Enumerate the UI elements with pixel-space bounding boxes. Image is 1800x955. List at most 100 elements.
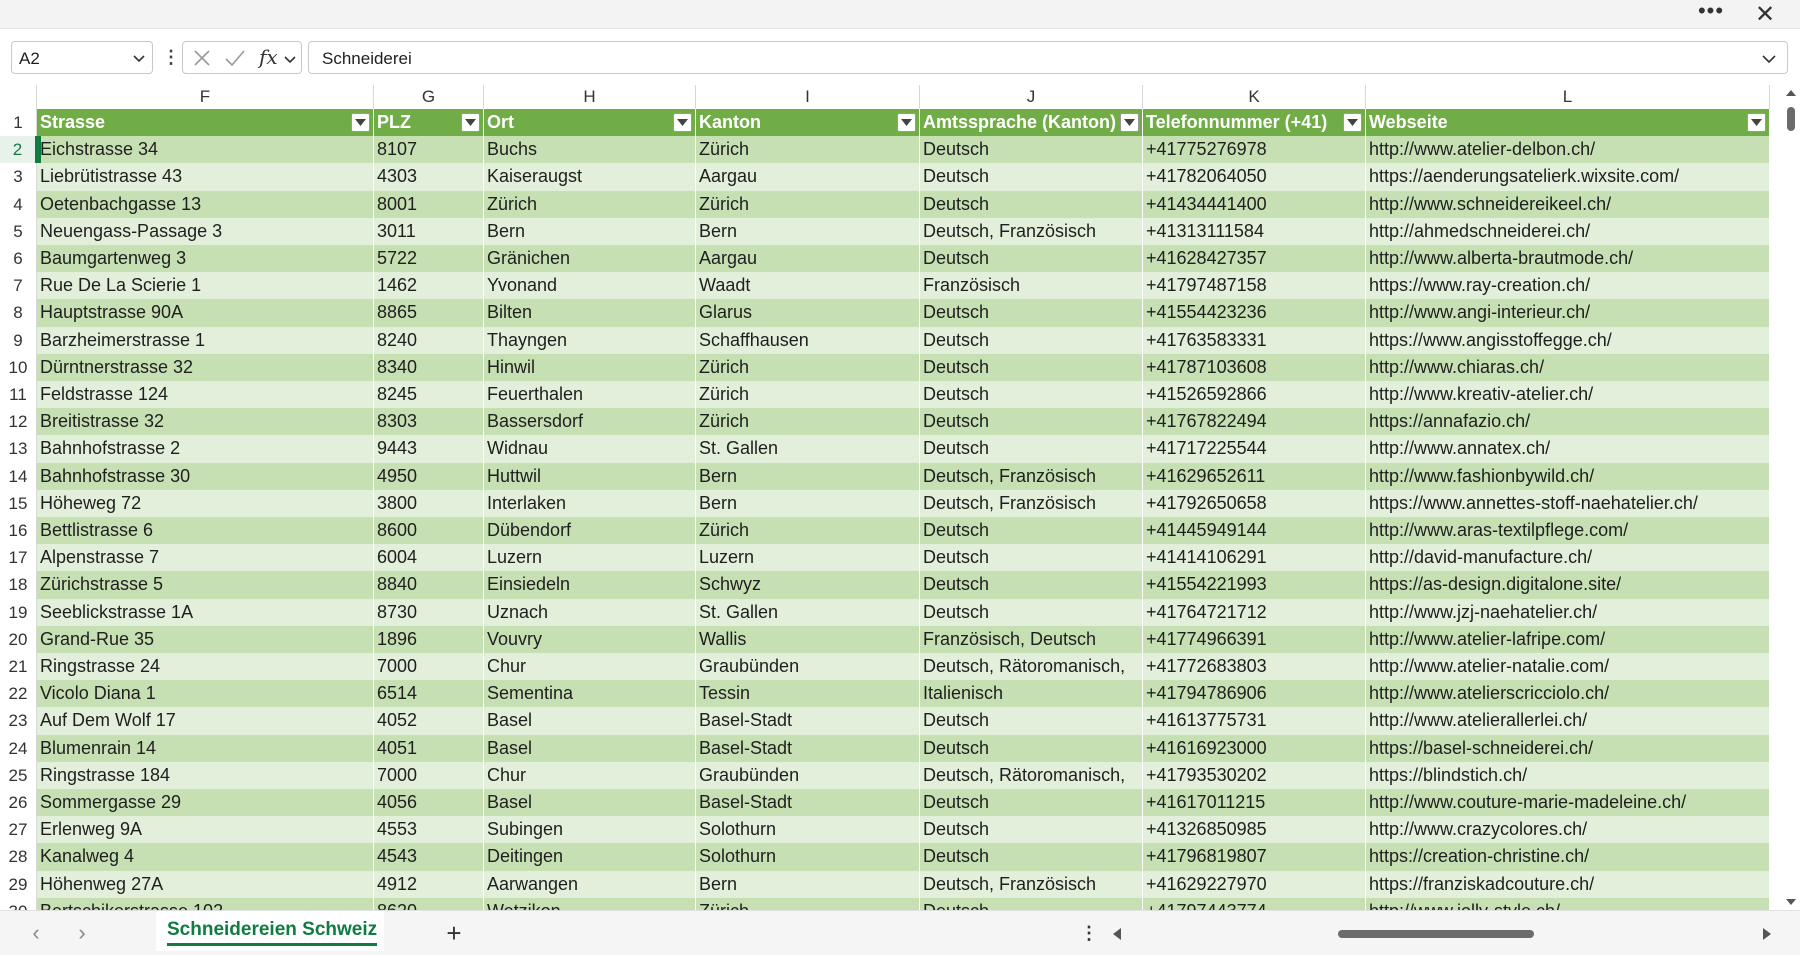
- table-cell[interactable]: +41617011215: [1143, 789, 1366, 817]
- table-cell[interactable]: Gränichen: [484, 245, 696, 273]
- table-cell[interactable]: Chur: [484, 653, 696, 681]
- table-cell[interactable]: Bassersdorf: [484, 408, 696, 436]
- filter-dropdown-icon[interactable]: [461, 113, 480, 132]
- table-cell[interactable]: Vouvry: [484, 625, 696, 653]
- table-cell[interactable]: Kanalweg 4: [37, 843, 374, 871]
- table-cell[interactable]: 1462: [374, 272, 484, 300]
- table-cell[interactable]: Bahnhofstrasse 30: [37, 462, 374, 490]
- table-cell[interactable]: Schaffhausen: [696, 326, 920, 354]
- table-cell[interactable]: 4052: [374, 707, 484, 735]
- table-cell[interactable]: Oetenbachgasse 13: [37, 190, 374, 218]
- table-cell[interactable]: 6514: [374, 680, 484, 708]
- table-cell[interactable]: https://www.ray-creation.ch/: [1366, 272, 1770, 300]
- table-cell[interactable]: Basel: [484, 789, 696, 817]
- table-cell[interactable]: Bern: [696, 217, 920, 245]
- table-cell[interactable]: http://www.annatex.ch/: [1366, 435, 1770, 463]
- table-cell[interactable]: St. Gallen: [696, 598, 920, 626]
- filter-dropdown-icon[interactable]: [1747, 113, 1766, 132]
- table-cell[interactable]: Zürich: [696, 408, 920, 436]
- table-cell[interactable]: Bahnhofstrasse 2: [37, 435, 374, 463]
- table-cell[interactable]: Französisch: [920, 272, 1143, 300]
- row-number[interactable]: 21: [0, 653, 37, 681]
- table-cell[interactable]: Blumenrain 14: [37, 734, 374, 762]
- table-cell[interactable]: Deutsch: [920, 163, 1143, 191]
- row-number[interactable]: 5: [0, 217, 37, 245]
- table-cell[interactable]: 8107: [374, 136, 484, 164]
- table-cell[interactable]: +41794786906: [1143, 680, 1366, 708]
- table-cell[interactable]: Vicolo Diana 1: [37, 680, 374, 708]
- table-cell[interactable]: +41764721712: [1143, 598, 1366, 626]
- table-cell[interactable]: +41613775731: [1143, 707, 1366, 735]
- table-cell[interactable]: Deutsch: [920, 435, 1143, 463]
- table-cell[interactable]: https://as-design.digitalone.site/: [1366, 571, 1770, 599]
- table-cell[interactable]: Seeblickstrasse 1A: [37, 598, 374, 626]
- column-header[interactable]: H: [484, 85, 696, 109]
- table-cell[interactable]: Deutsch: [920, 571, 1143, 599]
- table-cell[interactable]: Feuerthalen: [484, 381, 696, 409]
- table-cell[interactable]: +41774966391: [1143, 625, 1366, 653]
- table-cell[interactable]: +41797443774: [1143, 897, 1366, 910]
- table-cell[interactable]: Wetzikon: [484, 897, 696, 910]
- table-cell[interactable]: 4553: [374, 816, 484, 844]
- table-cell[interactable]: Bilten: [484, 299, 696, 327]
- add-sheet-button[interactable]: +: [440, 919, 468, 947]
- table-cell[interactable]: +41313111584: [1143, 217, 1366, 245]
- table-header-cell[interactable]: Amtssprache (Kanton): [920, 109, 1143, 137]
- table-cell[interactable]: +41793530202: [1143, 761, 1366, 789]
- table-cell[interactable]: Deutsch: [920, 408, 1143, 436]
- table-cell[interactable]: +41434441400: [1143, 190, 1366, 218]
- table-cell[interactable]: Deutsch: [920, 136, 1143, 164]
- table-cell[interactable]: Barzheimerstrasse 1: [37, 326, 374, 354]
- table-cell[interactable]: Deutsch: [920, 734, 1143, 762]
- table-cell[interactable]: Zürich: [696, 381, 920, 409]
- table-cell[interactable]: Basel-Stadt: [696, 707, 920, 735]
- table-cell[interactable]: 8245: [374, 381, 484, 409]
- column-header[interactable]: L: [1366, 85, 1770, 109]
- table-cell[interactable]: Basel-Stadt: [696, 789, 920, 817]
- row-number[interactable]: 23: [0, 707, 37, 735]
- filter-dropdown-icon[interactable]: [1343, 113, 1362, 132]
- table-cell[interactable]: +41616923000: [1143, 734, 1366, 762]
- table-cell[interactable]: Deitingen: [484, 843, 696, 871]
- table-cell[interactable]: 1896: [374, 625, 484, 653]
- table-cell[interactable]: Ringstrasse 184: [37, 761, 374, 789]
- table-cell[interactable]: https://annafazio.ch/: [1366, 408, 1770, 436]
- table-cell[interactable]: Yvonand: [484, 272, 696, 300]
- table-cell[interactable]: Breitistrasse 32: [37, 408, 374, 436]
- row-number[interactable]: 3: [0, 163, 37, 191]
- row-number[interactable]: 16: [0, 517, 37, 545]
- table-cell[interactable]: +41628427357: [1143, 245, 1366, 273]
- filter-dropdown-icon[interactable]: [1120, 113, 1139, 132]
- table-cell[interactable]: http://www.angi-interieur.ch/: [1366, 299, 1770, 327]
- table-cell[interactable]: +41445949144: [1143, 517, 1366, 545]
- filter-dropdown-icon[interactable]: [897, 113, 916, 132]
- table-cell[interactable]: Deutsch: [920, 897, 1143, 910]
- table-header-cell[interactable]: Telefonnummer (+41): [1143, 109, 1366, 137]
- table-cell[interactable]: St. Gallen: [696, 435, 920, 463]
- table-header-cell[interactable]: Strasse: [37, 109, 374, 137]
- table-cell[interactable]: Bern: [696, 870, 920, 898]
- table-cell[interactable]: Auf Dem Wolf 17: [37, 707, 374, 735]
- table-cell[interactable]: Feldstrasse 124: [37, 381, 374, 409]
- table-cell[interactable]: Thayngen: [484, 326, 696, 354]
- table-cell[interactable]: Basel: [484, 707, 696, 735]
- table-header-cell[interactable]: PLZ: [374, 109, 484, 137]
- vertical-scrollbar[interactable]: [1782, 85, 1800, 910]
- row-number[interactable]: 6: [0, 245, 37, 273]
- table-cell[interactable]: Bern: [484, 217, 696, 245]
- table-cell[interactable]: Deutsch: [920, 326, 1143, 354]
- table-cell[interactable]: 8620: [374, 897, 484, 910]
- table-cell[interactable]: 3800: [374, 489, 484, 517]
- table-cell[interactable]: +41526592866: [1143, 381, 1366, 409]
- table-cell[interactable]: 3011: [374, 217, 484, 245]
- table-cell[interactable]: Bettlistrasse 6: [37, 517, 374, 545]
- column-header[interactable]: K: [1143, 85, 1366, 109]
- table-cell[interactable]: Rue De La Scierie 1: [37, 272, 374, 300]
- table-cell[interactable]: https://aenderungsatelierk.wixsite.com/: [1366, 163, 1770, 191]
- table-cell[interactable]: http://david-manufacture.ch/: [1366, 544, 1770, 572]
- table-cell[interactable]: Dübendorf: [484, 517, 696, 545]
- vertical-scroll-thumb[interactable]: [1787, 107, 1795, 131]
- table-cell[interactable]: Hauptstrasse 90A: [37, 299, 374, 327]
- table-cell[interactable]: Luzern: [484, 544, 696, 572]
- cancel-icon[interactable]: [191, 47, 213, 69]
